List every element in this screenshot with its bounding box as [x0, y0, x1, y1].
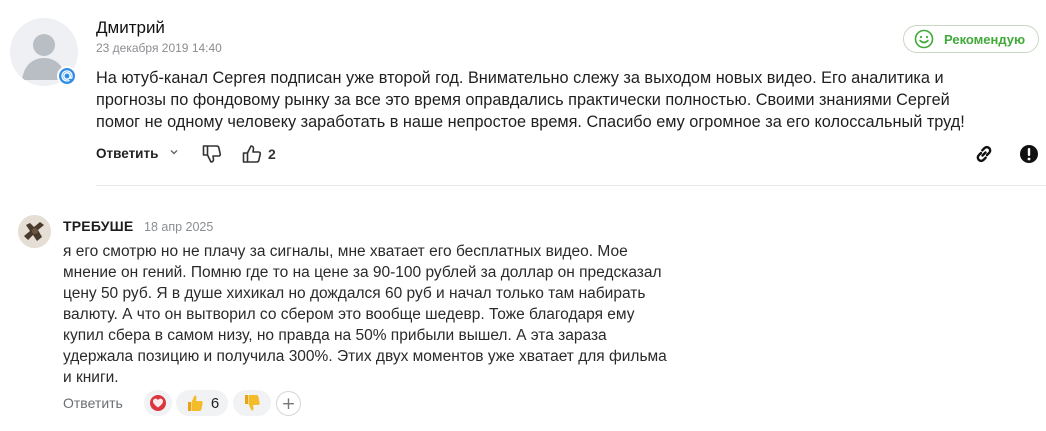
reply-button[interactable]: Ответить	[96, 146, 158, 161]
thumbs-down-emoji-icon	[245, 395, 260, 411]
thumbs-up-emoji-icon	[187, 395, 203, 411]
link-icon[interactable]	[973, 143, 995, 170]
review-text-line: помог не одному человеку заработать в на…	[96, 113, 965, 131]
reaction-count: 6	[210, 394, 220, 412]
chevron-down-icon[interactable]	[169, 147, 179, 160]
avatar[interactable]	[18, 215, 51, 248]
review-text-line: цену 50 руб. Я в душе хихикал но дождалс…	[63, 285, 646, 302]
review-text-line: валюту. А что он вытворил со сбером это …	[63, 306, 635, 323]
review-date: 18 апр 2025	[144, 220, 214, 234]
reply-button[interactable]: Ответить	[63, 395, 123, 411]
review-text-line: купил сбера в самом низу, но правда на 5…	[63, 327, 607, 344]
review-text-line: прогнозы по фондовому рынку за все это в…	[96, 91, 950, 109]
reaction-dislike-button[interactable]	[233, 390, 271, 416]
review-date: 23 декабря 2019 14:40	[96, 41, 222, 55]
review-text-line: я его смотрю но не плачу за сигналы, мне…	[63, 243, 628, 260]
review-text-line: мнение он гений. Помню где то на цене за…	[63, 264, 662, 281]
review-text-line: удержала позицию и получила 300%. Этих д…	[63, 348, 667, 365]
heart-reaction-icon	[150, 395, 166, 411]
like-count: 2	[268, 146, 276, 162]
author-name[interactable]: Дмитрий	[96, 18, 165, 38]
recommend-label: Рекомендую	[944, 31, 1026, 47]
recommend-badge: Рекомендую	[903, 25, 1039, 53]
mail-badge-icon	[57, 66, 77, 86]
thumbs-down-icon[interactable]	[201, 143, 223, 170]
smile-icon	[914, 29, 934, 49]
review-text-line: На ютуб-канал Сергея подписан уже второй…	[96, 69, 944, 87]
review-card: Дмитрий 23 декабря 2019 14:40 Рекомендую…	[0, 0, 1046, 186]
thumbs-up-icon[interactable]	[241, 143, 263, 170]
review-text-line: и книги.	[63, 369, 119, 386]
warning-icon[interactable]	[1018, 143, 1040, 170]
reaction-heart-button[interactable]	[144, 390, 172, 416]
author-name[interactable]: ТРЕБУШЕ	[63, 218, 133, 234]
reaction-like-button[interactable]: 6	[176, 390, 228, 416]
divider	[96, 185, 1046, 186]
review-text: На ютуб-канал Сергея подписан уже второй…	[96, 67, 1026, 133]
review-actions: Ответить 2	[96, 143, 1046, 165]
review-text: я его смотрю но не плачу за сигналы, мне…	[63, 241, 723, 388]
add-reaction-button[interactable]: +	[276, 391, 301, 416]
